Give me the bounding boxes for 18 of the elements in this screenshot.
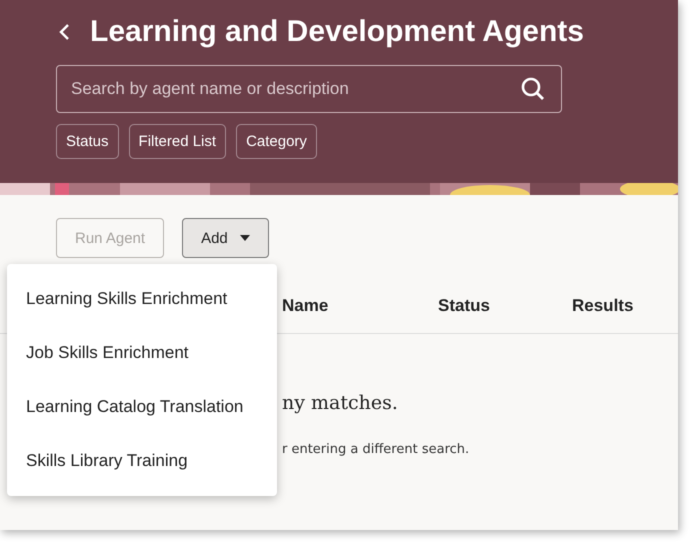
column-header: Status [438,296,490,316]
menu-item[interactable]: Skills Library Training [7,434,277,488]
menu-item[interactable]: Learning Skills Enrichment [7,272,277,326]
empty-title: ny matches. [282,392,399,414]
search-field[interactable]: Search by agent name or description [56,65,562,113]
search-icon[interactable] [520,76,546,102]
menu-item[interactable]: Job Skills Enrichment [7,326,277,380]
back-icon[interactable] [58,23,70,41]
caret-icon [240,235,250,241]
column-header: Results [572,296,634,316]
filter-chip[interactable]: Status [56,124,119,159]
filter-chip[interactable]: Category [236,124,317,159]
add-button[interactable]: Add [182,218,269,258]
page-title: Learning and Development Agents [90,15,584,49]
menu-item[interactable]: Learning Catalog Translation [7,380,277,434]
filter-chip[interactable]: Filtered List [128,124,226,159]
empty-hint: r entering a different search. [282,442,470,457]
column-header: Name [282,296,328,316]
